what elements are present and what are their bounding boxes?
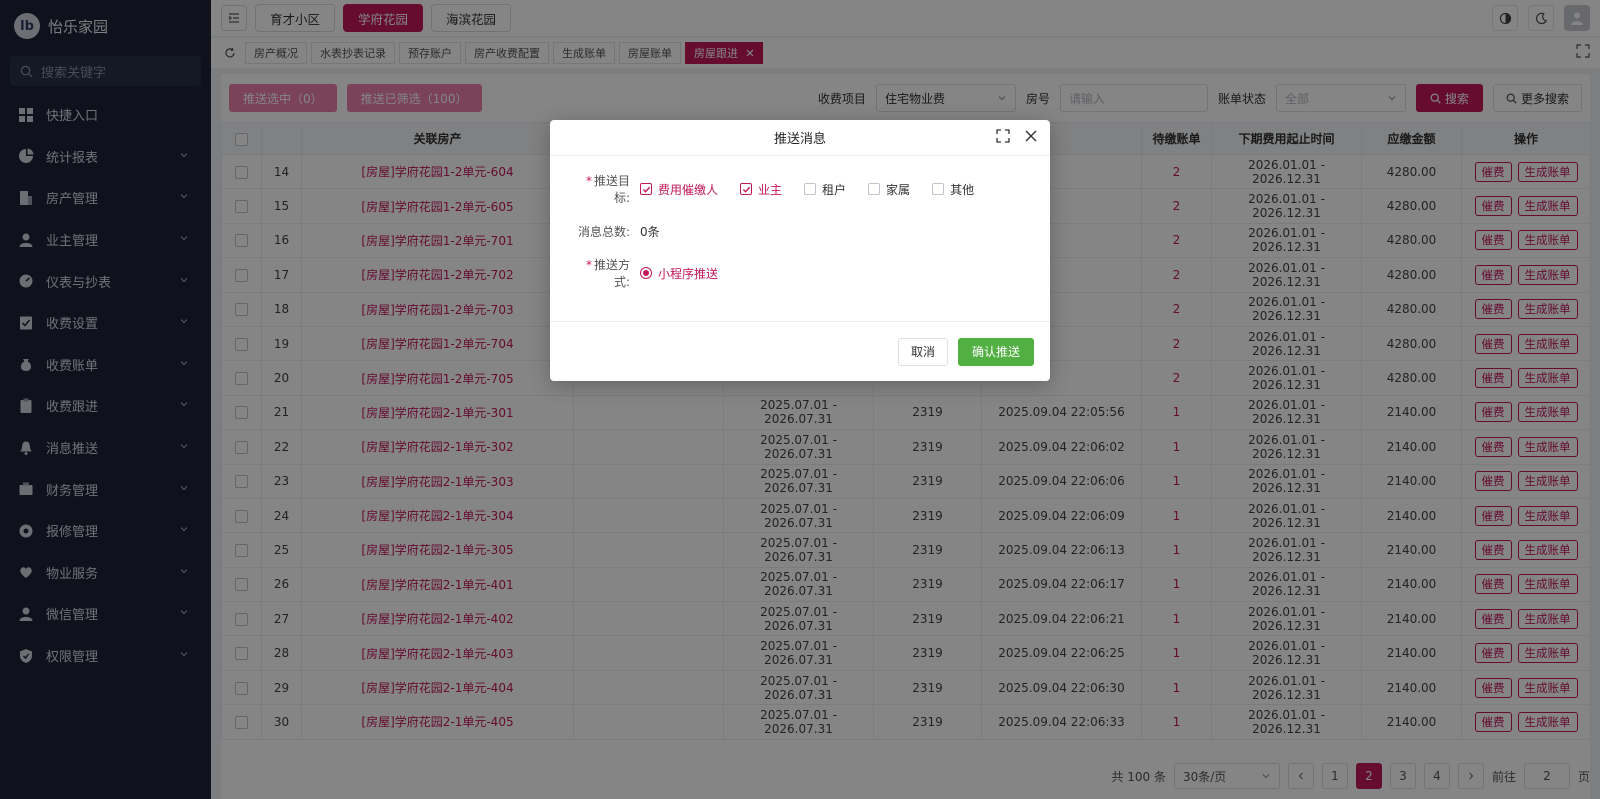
dialog-header-actions xyxy=(996,129,1038,143)
push-target-checkbox[interactable]: 其他 xyxy=(932,181,974,198)
push-message-dialog: 推送消息 * 推送目标: 费用催缴人 业主 租户 家属 其他 消息总数: 0条 * 推送方式… xyxy=(550,120,1050,381)
push-target-checkbox[interactable]: 业主 xyxy=(740,181,782,198)
push-target-checkbox[interactable]: 租户 xyxy=(804,181,846,198)
required-mark: * xyxy=(585,258,592,272)
checkbox-empty-icon xyxy=(804,183,817,195)
message-total-value: 0条 xyxy=(640,224,660,239)
dialog-header: 推送消息 xyxy=(550,120,1050,156)
required-mark: * xyxy=(585,174,592,188)
push-target-checkbox[interactable]: 费用催缴人 xyxy=(640,181,718,198)
message-total-label: 消息总数: xyxy=(577,224,630,239)
push-target-label: 费用催缴人 xyxy=(658,182,719,197)
message-total-row: 消息总数: 0条 xyxy=(570,210,1030,252)
dialog-title: 推送消息 xyxy=(773,132,826,147)
push-target-row: * 推送目标: 费用催缴人 业主 租户 家属 其他 xyxy=(570,168,1030,210)
checkbox-checked-icon xyxy=(740,183,753,195)
push-method-label-text: 推送方式: xyxy=(593,258,630,289)
push-target-label-text: 推送目标: xyxy=(593,174,630,205)
maximize-icon[interactable] xyxy=(996,129,1010,143)
checkbox-checked-icon xyxy=(640,183,652,195)
close-icon[interactable] xyxy=(1024,129,1038,143)
confirm-push-button[interactable]: 确认推送 xyxy=(957,337,1034,366)
push-method-value: 小程序推送 xyxy=(658,266,719,281)
dialog-body: * 推送目标: 费用催缴人 业主 租户 家属 其他 消息总数: 0条 * 推送方式: 小程序… xyxy=(550,156,1050,306)
push-target-label: * 推送目标: xyxy=(570,172,640,206)
push-target-checkbox[interactable]: 家属 xyxy=(868,181,910,198)
radio-selected-icon xyxy=(640,267,652,279)
dialog-footer: 取消 确认推送 xyxy=(550,321,1050,381)
push-target-label: 业主 xyxy=(758,182,783,197)
push-target-label: 租户 xyxy=(822,182,847,197)
push-method-radio[interactable]: 小程序推送 xyxy=(640,265,718,282)
push-target-options: 费用催缴人 业主 租户 家属 其他 xyxy=(640,181,974,198)
checkbox-empty-icon xyxy=(868,183,881,195)
push-method-row: * 推送方式: 小程序推送 xyxy=(570,252,1030,294)
cancel-button[interactable]: 取消 xyxy=(897,337,948,366)
push-target-label: 家属 xyxy=(886,182,911,197)
push-method-label: * 推送方式: xyxy=(570,256,640,290)
checkbox-empty-icon xyxy=(932,183,945,195)
push-target-label: 其他 xyxy=(950,182,975,197)
